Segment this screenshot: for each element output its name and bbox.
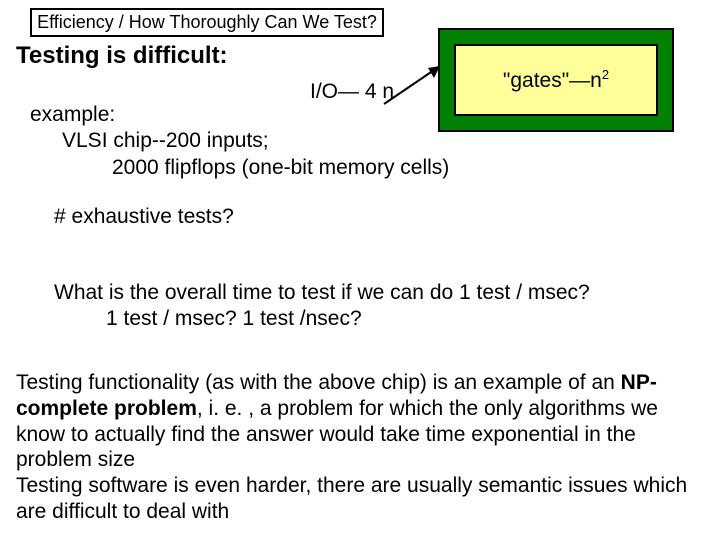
paragraph-block: Testing functionality (as with the above… bbox=[16, 370, 706, 525]
io-label: I/O— 4 n bbox=[310, 80, 394, 104]
overall-l1: What is the overall time to test if we c… bbox=[54, 280, 694, 306]
chip-label-pre: "gates"—n bbox=[503, 69, 602, 92]
example-block: example: VLSI chip--200 inputs; 2000 fli… bbox=[30, 102, 690, 181]
para2: Testing software is even harder, there a… bbox=[16, 474, 687, 523]
slide-title-box: Efficiency / How Thoroughly Can We Test? bbox=[30, 8, 384, 37]
example-l2: VLSI chip--200 inputs; bbox=[62, 128, 690, 154]
heading: Testing is difficult: bbox=[16, 42, 228, 70]
chip-label: "gates"—n2 bbox=[503, 67, 609, 93]
overall-l2: 1 test / msec? 1 test /nsec? bbox=[106, 306, 694, 332]
overall-block: What is the overall time to test if we c… bbox=[54, 280, 694, 333]
example-l1: example: bbox=[30, 102, 690, 128]
para-pre: Testing functionality (as with the above… bbox=[16, 371, 621, 394]
slide-title: Efficiency / How Thoroughly Can We Test? bbox=[37, 12, 377, 32]
example-l3: 2000 flipflops (one-bit memory cells) bbox=[112, 155, 690, 181]
chip-label-sup: 2 bbox=[602, 67, 609, 82]
exhaustive-line: # exhaustive tests? bbox=[54, 205, 234, 229]
